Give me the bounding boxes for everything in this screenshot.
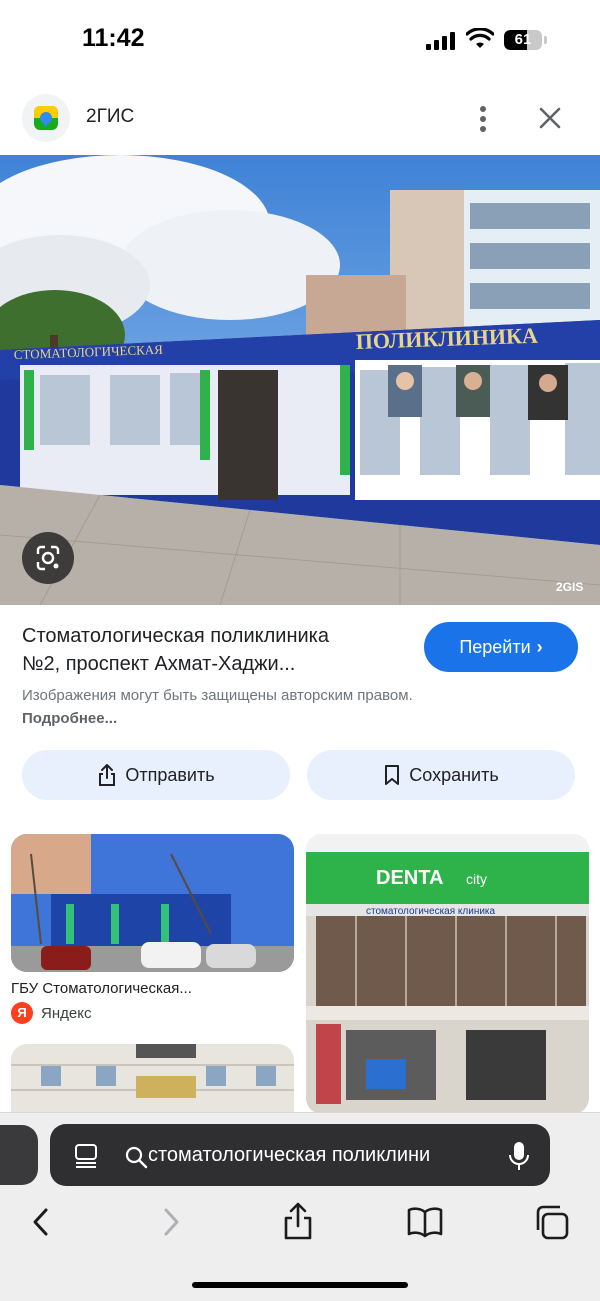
related-card-1-source-name: Яндекс bbox=[41, 1004, 92, 1022]
copyright-text: Изображения могут быть защищены авторски… bbox=[22, 687, 413, 704]
related-card-1-source[interactable]: Я Яндекс bbox=[11, 1002, 91, 1024]
search-icon bbox=[125, 1146, 148, 1169]
more-options-icon[interactable] bbox=[468, 102, 498, 136]
hero-image[interactable]: СТОМАТОЛОГИЧЕСКАЯ ПОЛИКЛИНИКА bbox=[0, 155, 600, 605]
back-icon[interactable] bbox=[22, 1200, 62, 1244]
home-indicator[interactable] bbox=[192, 1282, 408, 1288]
result-title[interactable]: Стоматологическая поликлиника №2, проспе… bbox=[22, 622, 402, 678]
battery-level: 61 bbox=[514, 31, 532, 48]
related-card-1-caption[interactable]: ГБУ Стоматологическая... bbox=[11, 980, 192, 997]
close-icon[interactable] bbox=[536, 104, 564, 132]
cellular-signal-icon bbox=[426, 32, 455, 50]
result-title-line1: Стоматологическая поликлиника bbox=[22, 625, 329, 647]
wifi-icon bbox=[466, 28, 494, 48]
visit-button[interactable]: Перейти › bbox=[424, 622, 578, 672]
related-image-1 bbox=[11, 834, 294, 972]
related-image-2: DENTA city стоматологическая клиника bbox=[306, 834, 589, 1114]
google-lens-button[interactable] bbox=[22, 532, 74, 584]
bookmark-icon bbox=[385, 765, 400, 785]
status-time: 11:42 bbox=[82, 24, 145, 52]
visit-button-label: Перейти bbox=[459, 637, 531, 657]
share-button[interactable]: Отправить bbox=[22, 750, 290, 800]
related-card-2-subsign: стоматологическая клиника bbox=[366, 906, 496, 917]
previous-tab-preview[interactable] bbox=[0, 1125, 38, 1185]
bookmarks-icon[interactable] bbox=[405, 1200, 445, 1244]
microphone-icon[interactable] bbox=[506, 1140, 532, 1172]
save-button-label: Сохранить bbox=[409, 764, 499, 785]
battery-icon: 61 bbox=[504, 30, 547, 50]
copyright-notice: Изображения могут быть защищены авторски… bbox=[22, 684, 442, 730]
share-button-label: Отправить bbox=[125, 764, 215, 785]
share-sheet-icon[interactable] bbox=[278, 1200, 318, 1244]
related-card-2-sign: DENTA bbox=[376, 867, 443, 889]
image-watermark: 2GIS bbox=[556, 580, 584, 594]
related-image-card-2[interactable]: DENTA city стоматологическая клиника bbox=[306, 834, 589, 1114]
tabs-icon[interactable] bbox=[532, 1200, 572, 1244]
address-bar-text[interactable]: стоматологическая поликлини bbox=[148, 1144, 488, 1167]
2gis-logo-icon[interactable] bbox=[22, 94, 70, 142]
learn-more-link[interactable]: Подробнее... bbox=[22, 710, 117, 727]
related-image-card-1[interactable] bbox=[11, 834, 294, 972]
yandex-logo-icon: Я bbox=[11, 1002, 33, 1024]
save-button[interactable]: Сохранить bbox=[307, 750, 575, 800]
related-card-2-sign-suffix: city bbox=[466, 871, 487, 887]
forward-icon[interactable] bbox=[150, 1200, 190, 1244]
page-menu-icon[interactable] bbox=[72, 1142, 100, 1170]
lens-icon bbox=[36, 545, 60, 571]
result-title-line2: №2, проспект Ахмат-Хаджи... bbox=[22, 653, 296, 675]
chevron-right-icon: › bbox=[536, 637, 543, 657]
source-app-name[interactable]: 2ГИС bbox=[86, 106, 134, 128]
share-icon bbox=[99, 764, 116, 786]
